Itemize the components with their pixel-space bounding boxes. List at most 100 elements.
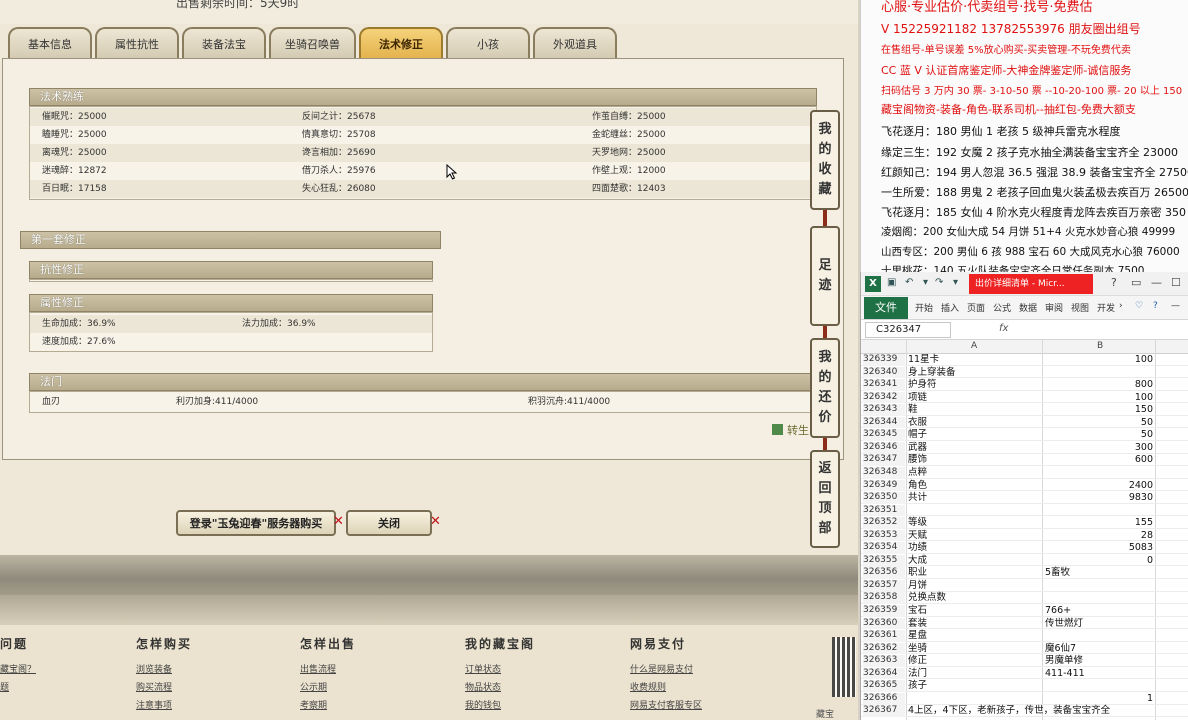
row-number[interactable]: 326345 xyxy=(863,429,905,441)
row-number[interactable]: 326356 xyxy=(863,567,905,580)
cell-a[interactable]: 鞋 xyxy=(908,404,918,416)
row-number[interactable]: 326357 xyxy=(863,579,905,592)
table-row[interactable]: 326341 护身符 800 xyxy=(861,379,1188,391)
save-icon[interactable]: ▣ xyxy=(887,277,901,291)
cell-b[interactable]: 600 xyxy=(1045,454,1153,466)
table-row[interactable]: 326358 兑换点数 xyxy=(861,592,1188,605)
cell-a[interactable]: 11星卡 xyxy=(908,354,939,366)
my-favorites-button[interactable]: 我 的 收 藏 xyxy=(810,110,840,210)
row-number[interactable]: 326367 xyxy=(863,705,905,718)
tab-children[interactable]: 小孩 xyxy=(446,27,530,59)
table-row[interactable]: 326344 衣服 50 xyxy=(861,416,1188,429)
tab-data[interactable]: 数据 xyxy=(1019,301,1037,314)
cell-b[interactable]: 传世燃灯 xyxy=(1045,618,1153,630)
cell-b[interactable]: 1 xyxy=(1045,693,1153,705)
table-row[interactable]: 326342 项链 100 xyxy=(861,391,1188,404)
cell-a[interactable]: 武器 xyxy=(908,442,927,454)
cell-b[interactable]: 411-411 xyxy=(1045,668,1153,680)
zhuansheng-link[interactable]: 转生 xyxy=(772,422,809,438)
footer-link[interactable]: 藏宝阁？ xyxy=(0,662,36,675)
table-row[interactable]: 326343 鞋 150 xyxy=(861,404,1188,416)
table-row[interactable]: 326357 月饼 xyxy=(861,579,1188,592)
cell-a[interactable]: 护身符 xyxy=(908,379,937,391)
cell-a[interactable]: 大成 xyxy=(908,555,927,567)
table-row[interactable]: 326356 职业 5畜牧 xyxy=(861,567,1188,580)
cell-a[interactable]: 套装 xyxy=(908,618,927,630)
cell-a[interactable]: 共计 xyxy=(908,492,927,504)
cell-b[interactable]: 150 xyxy=(1045,404,1153,416)
row-number[interactable]: 326342 xyxy=(863,391,905,404)
table-row[interactable]: 326352 等级 155 xyxy=(861,517,1188,529)
footer-link[interactable]: 题 xyxy=(0,680,36,693)
cell-a[interactable]: 腰饰 xyxy=(908,454,927,466)
cell-b[interactable]: 766+ xyxy=(1045,605,1153,617)
row-number[interactable]: 326354 xyxy=(863,542,905,554)
cell-b[interactable]: 5畜牧 xyxy=(1045,567,1153,579)
cell-b[interactable]: 300 xyxy=(1045,442,1153,454)
row-number[interactable]: 326350 xyxy=(863,492,905,504)
row-number[interactable]: 326352 xyxy=(863,517,905,529)
file-tab[interactable]: 文件 xyxy=(864,297,908,319)
table-row[interactable]: 326349 角色 2400 xyxy=(861,479,1188,492)
table-row[interactable]: 326354 功绩 5083 xyxy=(861,542,1188,554)
cell-a[interactable]: 帽子 xyxy=(908,429,927,441)
cell-b[interactable]: 50 xyxy=(1045,429,1153,441)
row-number[interactable]: 326360 xyxy=(863,617,905,630)
footer-link[interactable]: 网易支付客服专区 xyxy=(630,698,702,711)
table-row[interactable]: 326364 法门 411-411 xyxy=(861,667,1188,680)
help-icon[interactable]: ? xyxy=(1111,276,1117,289)
footer-link[interactable]: 订单状态 xyxy=(465,662,535,675)
footer-link[interactable]: 公示期 xyxy=(300,680,356,693)
cell-b[interactable]: 2400 xyxy=(1045,480,1153,492)
footer-link[interactable]: 注意事项 xyxy=(136,698,192,711)
tab-view[interactable]: 视图 xyxy=(1071,301,1089,314)
cell-b[interactable]: 0 xyxy=(1045,555,1153,567)
cell-b[interactable]: 100 xyxy=(1045,392,1153,404)
tab-page[interactable]: 页面 xyxy=(967,301,985,314)
footer-link[interactable]: 浏览装备 xyxy=(136,662,192,675)
undo-icon[interactable]: ↶ xyxy=(905,277,919,291)
row-number[interactable]: 326347 xyxy=(863,454,905,467)
cell-b[interactable]: 100 xyxy=(1045,354,1153,366)
cell-a[interactable]: 宝石 xyxy=(908,605,927,617)
cell-a[interactable]: 等级 xyxy=(908,517,927,529)
tab-attributes[interactable]: 属性抗性 xyxy=(95,27,179,59)
cell-b[interactable]: 28 xyxy=(1045,530,1153,542)
fx-icon[interactable]: fx xyxy=(999,323,1008,334)
row-number[interactable]: 326346 xyxy=(863,441,905,454)
footprint-button[interactable]: 足 迹 xyxy=(810,226,840,326)
table-row[interactable]: 326361 星盘 xyxy=(861,630,1188,642)
row-number[interactable]: 326349 xyxy=(863,479,905,492)
back-to-top-button[interactable]: 返 回 顶 部 xyxy=(810,450,840,548)
cell-a[interactable]: 职业 xyxy=(908,567,927,579)
footer-link[interactable]: 物品状态 xyxy=(465,680,535,693)
table-row[interactable]: 326366 1 xyxy=(861,692,1188,705)
row-number[interactable]: 326355 xyxy=(863,554,905,567)
table-row[interactable]: 326355 大成 0 xyxy=(861,554,1188,567)
tab-basic-info[interactable]: 基本信息 xyxy=(8,27,92,59)
row-number[interactable]: 326344 xyxy=(863,416,905,429)
cell-a[interactable]: 身上穿装备 xyxy=(908,367,956,379)
minimize-icon[interactable]: — xyxy=(1151,276,1162,289)
cell-a[interactable]: 法门 xyxy=(908,668,927,680)
cell-a[interactable]: 功绩 xyxy=(908,542,927,554)
name-box[interactable]: C326347 xyxy=(865,322,951,338)
table-row[interactable]: 326339 11星卡 100 xyxy=(861,354,1188,366)
table-row[interactable]: 326367 4上区，4下区，老新孩子，传世，装备宝宝齐全 xyxy=(861,705,1188,718)
row-number[interactable]: 326359 xyxy=(863,605,905,617)
cell-a[interactable]: 角色 xyxy=(908,480,927,492)
table-row[interactable]: 326359 宝石 766+ xyxy=(861,605,1188,617)
footer-link[interactable]: 我的钱包 xyxy=(465,698,535,711)
table-row[interactable]: 326363 修正 男魔单修 xyxy=(861,655,1188,667)
row-number[interactable]: 326348 xyxy=(863,466,905,479)
maximize-icon[interactable]: ☐ xyxy=(1171,276,1181,289)
table-row[interactable]: 326362 坐骑 魔6仙7 xyxy=(861,642,1188,655)
column-header-a[interactable]: A xyxy=(971,341,977,351)
cell-a[interactable]: 坐骑 xyxy=(908,643,927,655)
cell-a[interactable]: 项链 xyxy=(908,392,927,404)
row-number[interactable]: 326341 xyxy=(863,379,905,391)
row-number[interactable]: 326363 xyxy=(863,655,905,667)
close-button[interactable]: 关闭 xyxy=(346,510,432,536)
row-number[interactable]: 326362 xyxy=(863,642,905,655)
cell-a[interactable]: 月饼 xyxy=(908,580,927,592)
